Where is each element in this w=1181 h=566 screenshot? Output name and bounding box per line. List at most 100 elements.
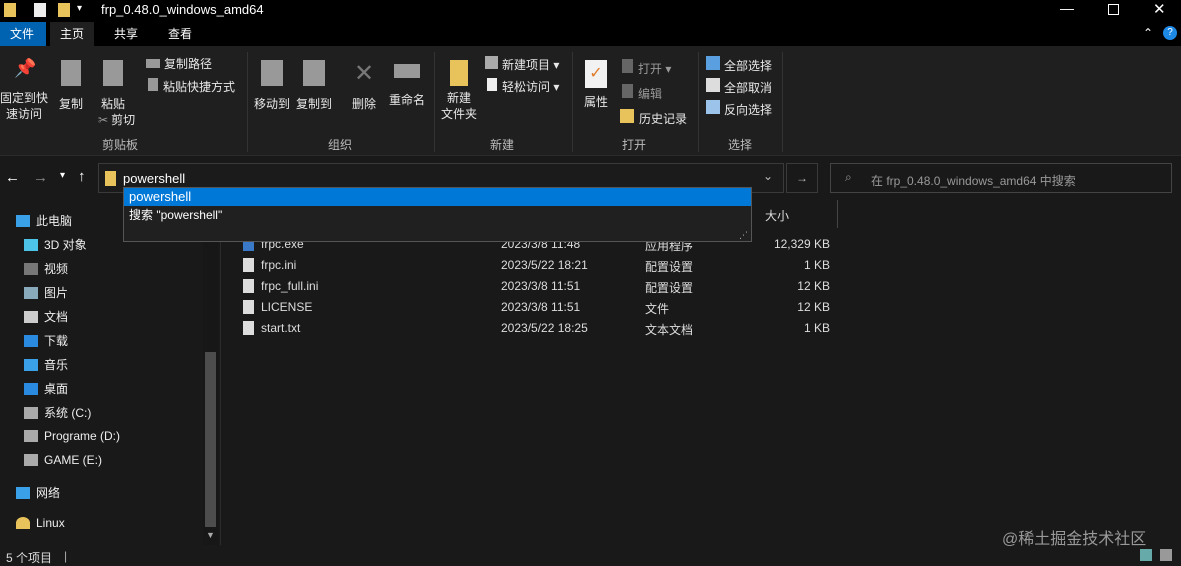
cut-button[interactable]: ✂ 剪切 bbox=[98, 112, 135, 128]
column-header-size[interactable]: 大小 bbox=[758, 200, 838, 228]
new-folder-icon bbox=[450, 60, 468, 86]
sidebar-item-documents[interactable]: 文档 bbox=[24, 308, 68, 325]
suggestion-item[interactable]: 搜索 "powershell" bbox=[124, 206, 751, 224]
suggestion-item[interactable]: powershell bbox=[124, 188, 751, 206]
sidebar-scrollbar[interactable]: ▼ bbox=[203, 200, 218, 545]
sidebar-item-pictures[interactable]: 图片 bbox=[24, 284, 68, 301]
new-item-icon bbox=[485, 56, 498, 69]
search-input[interactable]: 在 frp_0.48.0_windows_amd64 中搜索 bbox=[871, 172, 1076, 189]
properties-quick-icon[interactable] bbox=[34, 3, 46, 17]
resize-grip-icon[interactable]: ⋰ bbox=[739, 230, 748, 241]
rename-button[interactable]: 重命名 bbox=[386, 60, 428, 108]
scroll-down-icon[interactable]: ▼ bbox=[206, 530, 215, 540]
pin-quick-access-button[interactable]: 📌 固定到快 速访问 bbox=[0, 59, 48, 122]
sidebar-item-3d-objects[interactable]: 3D 对象 bbox=[24, 236, 87, 253]
tab-view[interactable]: 查看 bbox=[158, 22, 202, 46]
easy-access-icon bbox=[487, 78, 497, 91]
copy-path-button[interactable]: 复制路径 bbox=[146, 56, 212, 72]
file-icon bbox=[243, 258, 254, 272]
paste-button[interactable]: 粘贴 bbox=[98, 60, 128, 112]
copy-to-icon bbox=[303, 60, 325, 86]
select-none-icon bbox=[706, 78, 720, 92]
sidebar-item-network[interactable]: 网络 bbox=[16, 484, 60, 501]
linux-icon bbox=[16, 517, 30, 529]
file-date: 2023/5/22 18:25 bbox=[501, 321, 588, 335]
new-folder-button[interactable]: 新建 文件夹 bbox=[438, 60, 480, 122]
new-folder-quick-icon[interactable] bbox=[58, 3, 70, 17]
maximize-button[interactable] bbox=[1108, 4, 1119, 15]
sidebar-item-linux[interactable]: Linux bbox=[16, 516, 65, 530]
tab-home[interactable]: 主页 bbox=[50, 22, 95, 46]
paste-shortcut-icon bbox=[148, 78, 158, 91]
select-all-icon bbox=[706, 56, 720, 70]
open-button[interactable]: 打开 ▾ bbox=[622, 59, 671, 77]
file-row[interactable]: frpc.ini 2023/5/22 18:21 配置设置 1 KB bbox=[240, 257, 840, 275]
invert-selection-button[interactable]: 反向选择 bbox=[706, 100, 772, 118]
paste-shortcut-button[interactable]: 粘贴快捷方式 bbox=[148, 78, 235, 95]
video-icon bbox=[24, 262, 38, 275]
tab-share[interactable]: 共享 bbox=[104, 22, 148, 46]
search-icon: ⌕ bbox=[845, 170, 852, 184]
sidebar-item-music[interactable]: 音乐 bbox=[24, 356, 68, 373]
back-button[interactable]: ← bbox=[5, 169, 20, 186]
file-size: 12 KB bbox=[797, 300, 830, 314]
move-to-button[interactable]: 移动到 bbox=[252, 60, 292, 112]
up-button[interactable]: ↑ bbox=[78, 168, 86, 185]
delete-button[interactable]: ✕ 删除 bbox=[348, 60, 380, 112]
file-date: 2023/3/8 11:51 bbox=[501, 279, 581, 293]
search-box[interactable]: ⌕ 在 frp_0.48.0_windows_amd64 中搜索 bbox=[830, 163, 1172, 193]
file-row[interactable]: start.txt 2023/5/22 18:25 文本文档 1 KB bbox=[240, 320, 840, 338]
download-icon bbox=[24, 334, 38, 347]
file-size: 12,329 KB bbox=[773, 237, 830, 251]
file-name: frpc_full.ini bbox=[261, 279, 319, 293]
address-suggestions: powershell 搜索 "powershell" ⋰ bbox=[123, 187, 752, 242]
sidebar-item-downloads[interactable]: 下载 bbox=[24, 332, 68, 349]
sidebar-item-drive-e[interactable]: GAME (E:) bbox=[24, 453, 102, 467]
file-date: 2023/5/22 18:21 bbox=[501, 258, 588, 272]
group-label-open: 打开 bbox=[622, 138, 647, 152]
music-icon bbox=[24, 358, 38, 371]
select-none-button[interactable]: 全部取消 bbox=[706, 78, 772, 96]
details-view-button[interactable] bbox=[1140, 549, 1152, 561]
picture-icon bbox=[24, 286, 38, 299]
file-row[interactable]: frpc_full.ini 2023/3/8 11:51 配置设置 12 KB bbox=[240, 278, 840, 296]
file-type: 配置设置 bbox=[645, 281, 694, 295]
copy-button[interactable]: 复制 bbox=[56, 60, 86, 112]
file-type: 配置设置 bbox=[645, 260, 694, 274]
sidebar-item-videos[interactable]: 视频 bbox=[24, 260, 68, 277]
customize-chevron-icon[interactable]: ▾ bbox=[77, 3, 82, 14]
folder-icon bbox=[4, 3, 16, 17]
title-bar: ▾ frp_0.48.0_windows_amd64 — ✕ bbox=[0, 0, 1181, 22]
document-icon bbox=[24, 310, 38, 323]
address-input[interactable]: powershell bbox=[123, 171, 185, 186]
sidebar-item-this-pc[interactable]: 此电脑 bbox=[16, 212, 72, 229]
address-history-chevron-icon[interactable]: ⌄ bbox=[763, 169, 773, 183]
file-type: 文本文档 bbox=[645, 323, 694, 337]
new-item-button[interactable]: 新建项目 ▾ bbox=[485, 56, 559, 73]
navigation-pane: 此电脑 3D 对象 视频 图片 文档 下载 音乐 桌面 系统 (C:) Prog… bbox=[0, 200, 220, 545]
history-button[interactable]: 历史记录 bbox=[620, 109, 687, 127]
file-size: 12 KB bbox=[797, 279, 830, 293]
item-count: 5 个项目 bbox=[6, 551, 53, 565]
properties-button[interactable]: ✓ 属性 bbox=[580, 60, 612, 110]
select-all-button[interactable]: 全部选择 bbox=[706, 56, 772, 74]
file-row[interactable]: LICENSE 2023/3/8 11:51 文件 12 KB bbox=[240, 299, 840, 317]
edit-button[interactable]: 编辑 bbox=[622, 84, 662, 102]
copy-to-button[interactable]: 复制到 bbox=[294, 60, 334, 112]
help-icon[interactable]: ? bbox=[1163, 26, 1177, 40]
minimize-button[interactable]: — bbox=[1060, 0, 1074, 16]
forward-button[interactable]: → bbox=[33, 169, 48, 186]
properties-icon: ✓ bbox=[585, 60, 607, 88]
collapse-ribbon-icon[interactable]: ⌃ bbox=[1143, 26, 1153, 40]
go-button[interactable]: → bbox=[786, 163, 818, 193]
easy-access-button[interactable]: 轻松访问 ▾ bbox=[487, 78, 559, 95]
sidebar-item-desktop[interactable]: 桌面 bbox=[24, 380, 68, 397]
network-icon bbox=[16, 486, 30, 499]
scrollbar-thumb[interactable] bbox=[205, 352, 216, 527]
large-icons-view-button[interactable] bbox=[1160, 549, 1172, 561]
tab-file[interactable]: 文件 bbox=[0, 22, 46, 46]
sidebar-item-drive-d[interactable]: Programe (D:) bbox=[24, 429, 120, 443]
sidebar-item-drive-c[interactable]: 系统 (C:) bbox=[24, 404, 91, 421]
recent-locations-chevron-icon[interactable]: ▾ bbox=[60, 170, 65, 181]
close-button[interactable]: ✕ bbox=[1153, 0, 1166, 18]
